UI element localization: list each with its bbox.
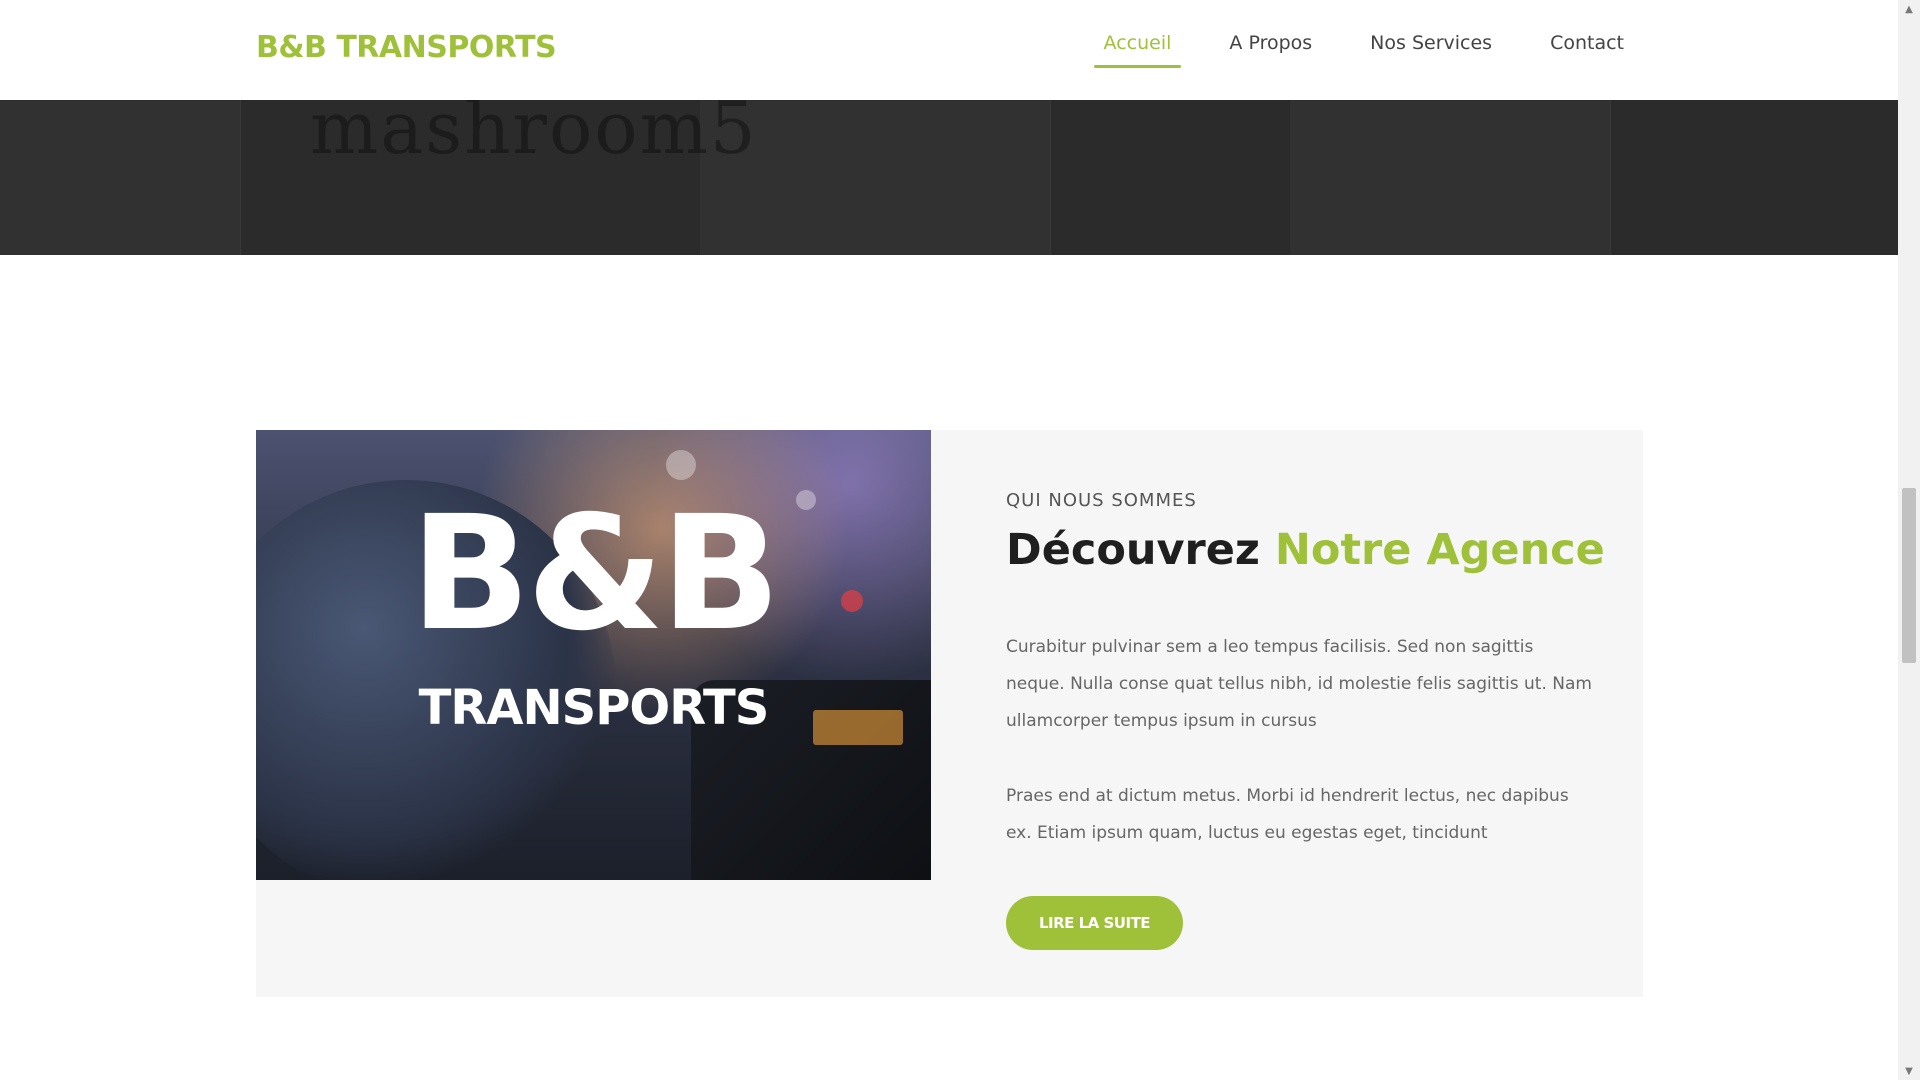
- about-paragraph-2: Praes end at dictum metus. Morbi id hend…: [1006, 786, 1569, 843]
- bokeh-light: [666, 450, 696, 480]
- about-image: B&B TRANSPORTS: [256, 430, 931, 880]
- site-logo[interactable]: B&B TRANSPORTS: [256, 30, 557, 65]
- hero-banner: mashroom5: [0, 100, 1898, 255]
- page: B&B TRANSPORTS Accueil A Propos Nos Serv…: [0, 0, 1898, 1080]
- hero-decor: [0, 100, 241, 255]
- title-accent: Notre Agence: [1274, 525, 1605, 575]
- hero-decor: [1290, 100, 1611, 255]
- arrow-down-icon[interactable]: ▼: [1898, 1062, 1920, 1080]
- main-nav: Accueil A Propos Nos Services Contact: [1056, 28, 1634, 68]
- section-title: Découvrez Notre Agence: [1006, 525, 1605, 575]
- nav-item-nos-services[interactable]: Nos Services: [1360, 28, 1502, 68]
- about-section: B&B TRANSPORTS QUI NOUS SOMMES Découvrez…: [256, 430, 1643, 997]
- hero-background-text: mashroom5: [310, 100, 758, 170]
- site-header: B&B TRANSPORTS Accueil A Propos Nos Serv…: [0, 0, 1898, 100]
- arrow-up-icon[interactable]: ▲: [1898, 0, 1920, 18]
- title-main: Découvrez: [1006, 525, 1260, 575]
- nav-item-contact[interactable]: Contact: [1540, 28, 1634, 68]
- nav-item-accueil[interactable]: Accueil: [1093, 28, 1182, 68]
- brand-logo-small: TRANSPORTS: [418, 680, 770, 736]
- about-content: QUI NOUS SOMMES Découvrez Notre Agence C…: [1006, 490, 1605, 950]
- nav-item-a-propos[interactable]: A Propos: [1219, 28, 1322, 68]
- read-more-button[interactable]: LIRE LA SUITE: [1006, 896, 1183, 950]
- section-eyebrow: QUI NOUS SOMMES: [1006, 490, 1197, 511]
- about-paragraph-1: Curabitur pulvinar sem a leo tempus faci…: [1006, 637, 1592, 731]
- vertical-scrollbar[interactable]: ▲ ▼: [1898, 0, 1920, 1080]
- scroll-thumb[interactable]: [1902, 488, 1916, 663]
- brand-logo-large: B&B: [410, 482, 781, 666]
